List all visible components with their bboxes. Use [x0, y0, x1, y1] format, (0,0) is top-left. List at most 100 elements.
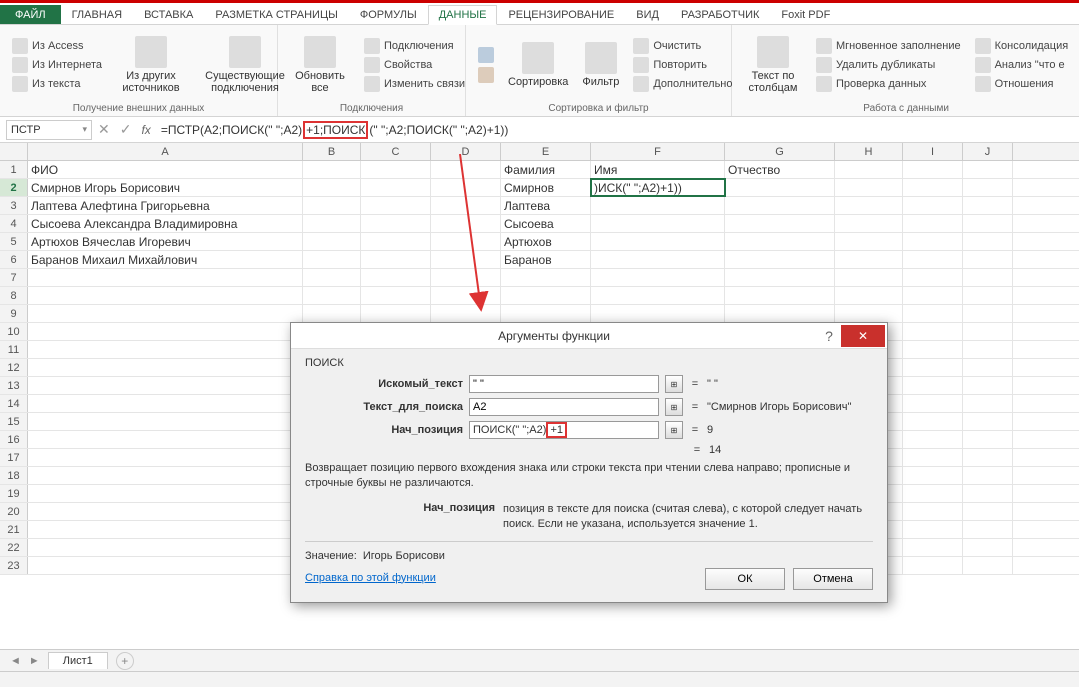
row-header[interactable]: 13 [0, 377, 28, 394]
col-header-G[interactable]: G [725, 143, 835, 160]
table-row[interactable]: 6 Баранов Михаил Михайлович Баранов [0, 251, 1079, 269]
what-if[interactable]: Анализ "что е [975, 57, 1065, 73]
from-other[interactable]: Из других источников [112, 29, 190, 101]
tab-developer[interactable]: РАЗРАБОТЧИК [670, 5, 770, 24]
col-header-A[interactable]: A [28, 143, 303, 160]
connections[interactable]: Подключения [364, 38, 454, 54]
col-header-C[interactable]: C [361, 143, 431, 160]
value-label: Значение: [305, 550, 357, 562]
tab-formulas[interactable]: ФОРМУЛЫ [349, 5, 428, 24]
select-all-corner[interactable] [0, 143, 28, 160]
row-header[interactable]: 8 [0, 287, 28, 304]
row-header[interactable]: 18 [0, 467, 28, 484]
remove-duplicates[interactable]: Удалить дубликаты [816, 57, 935, 73]
name-box[interactable]: ПСТР [6, 120, 92, 140]
col-header-E[interactable]: E [501, 143, 591, 160]
arg1-ref-icon[interactable]: ⊞ [665, 375, 683, 393]
tab-foxit[interactable]: Foxit PDF [770, 5, 841, 24]
col-header-F[interactable]: F [591, 143, 725, 160]
advanced-filter[interactable]: Дополнительно [633, 76, 732, 92]
filter[interactable]: Фильтр [578, 29, 623, 101]
tab-data[interactable]: ДАННЫЕ [428, 5, 498, 25]
row-header[interactable]: 23 [0, 557, 28, 574]
ribbon: Из Access Из Интернета Из текста Из друг… [0, 25, 1079, 117]
row-header[interactable]: 20 [0, 503, 28, 520]
relationships[interactable]: Отношения [975, 76, 1054, 92]
arg1-input[interactable] [469, 375, 659, 393]
tab-home[interactable]: ГЛАВНАЯ [61, 5, 133, 24]
from-text[interactable]: Из текста [12, 76, 81, 92]
arg3-input[interactable]: ПОИСК(" ";A2)+1 [469, 421, 659, 439]
row-header[interactable]: 12 [0, 359, 28, 376]
row-header[interactable]: 22 [0, 539, 28, 556]
col-header-B[interactable]: B [303, 143, 361, 160]
value-result: Игорь Борисови [363, 550, 445, 562]
consolidate[interactable]: Консолидация [975, 38, 1069, 54]
col-header-D[interactable]: D [431, 143, 501, 160]
table-row[interactable]: 4 Сысоева Александра Владимировна Сысоев… [0, 215, 1079, 233]
table-row[interactable]: 8 [0, 287, 1079, 305]
cancel-button[interactable]: Отмена [793, 568, 873, 590]
from-web[interactable]: Из Интернета [12, 57, 102, 73]
table-row[interactable]: 3 Лаптева Алефтина Григорьевна Лаптева [0, 197, 1079, 215]
tab-review[interactable]: РЕЦЕНЗИРОВАНИЕ [497, 5, 625, 24]
row-header[interactable]: 11 [0, 341, 28, 358]
from-access[interactable]: Из Access [12, 38, 83, 54]
function-help-link[interactable]: Справка по этой функции [305, 572, 436, 584]
clear-filter[interactable]: Очистить [633, 38, 701, 54]
sheet-nav-next-icon[interactable]: ► [29, 655, 40, 667]
table-row[interactable]: 1 ФИО ФамилияИмяОтчество [0, 161, 1079, 179]
flash-fill[interactable]: Мгновенное заполнение [816, 38, 961, 54]
row-header[interactable]: 2 [0, 179, 28, 196]
row-header[interactable]: 10 [0, 323, 28, 340]
row-header[interactable]: 1 [0, 161, 28, 178]
row-header[interactable]: 17 [0, 449, 28, 466]
fx-icon[interactable]: fx [141, 123, 150, 137]
row-header[interactable]: 6 [0, 251, 28, 268]
sort-az[interactable] [474, 29, 498, 101]
properties[interactable]: Свойства [364, 57, 432, 73]
sort[interactable]: Сортировка [504, 29, 572, 101]
row-header[interactable]: 9 [0, 305, 28, 322]
text-to-columns[interactable]: Текст по столбцам [740, 29, 806, 101]
row-header[interactable]: 21 [0, 521, 28, 538]
row-header[interactable]: 19 [0, 485, 28, 502]
row-header[interactable]: 5 [0, 233, 28, 250]
row-header[interactable]: 14 [0, 395, 28, 412]
dialog-close-icon[interactable]: ✕ [841, 325, 885, 347]
row-header[interactable]: 3 [0, 197, 28, 214]
sheet-tab[interactable]: Лист1 [48, 652, 108, 669]
arg3-highlight: +1 [546, 422, 567, 438]
table-row[interactable]: 9 [0, 305, 1079, 323]
tab-view[interactable]: ВИД [625, 5, 670, 24]
arg2-input[interactable] [469, 398, 659, 416]
dialog-help-icon[interactable]: ? [817, 328, 841, 344]
col-header-J[interactable]: J [963, 143, 1013, 160]
dialog-title: Аргументы функции [291, 329, 817, 343]
formula-input[interactable]: =ПСТР(A2;ПОИСК(" ";A2)+1;ПОИСК(" ";A2;ПО… [157, 120, 1073, 140]
refresh-all[interactable]: Обновить все [286, 29, 354, 101]
tab-pagelayout[interactable]: РАЗМЕТКА СТРАНИЦЫ [204, 5, 348, 24]
arg-desc-label: Нач_позиция [305, 502, 495, 533]
col-header-I[interactable]: I [903, 143, 963, 160]
enter-formula-icon[interactable]: ✓ [120, 121, 132, 138]
table-row[interactable]: 7 [0, 269, 1079, 287]
table-row[interactable]: 5 Артюхов Вячеслав Игоревич Артюхов [0, 233, 1079, 251]
row-header[interactable]: 16 [0, 431, 28, 448]
data-validation[interactable]: Проверка данных [816, 76, 926, 92]
edit-links[interactable]: Изменить связи [364, 76, 465, 92]
row-header[interactable]: 7 [0, 269, 28, 286]
cancel-formula-icon[interactable]: ✕ [98, 121, 110, 138]
arg2-ref-icon[interactable]: ⊞ [665, 398, 683, 416]
reapply[interactable]: Повторить [633, 57, 707, 73]
ok-button[interactable]: ОК [705, 568, 785, 590]
arg3-ref-icon[interactable]: ⊞ [665, 421, 683, 439]
sheet-nav-prev-icon[interactable]: ◄ [10, 655, 21, 667]
add-sheet-icon[interactable]: + [116, 652, 134, 670]
tab-file[interactable]: ФАЙЛ [0, 5, 61, 24]
row-header[interactable]: 4 [0, 215, 28, 232]
tab-insert[interactable]: ВСТАВКА [133, 5, 204, 24]
row-header[interactable]: 15 [0, 413, 28, 430]
col-header-H[interactable]: H [835, 143, 903, 160]
table-row[interactable]: 2 Смирнов Игорь Борисович Смирнов)ИСК(" … [0, 179, 1079, 197]
